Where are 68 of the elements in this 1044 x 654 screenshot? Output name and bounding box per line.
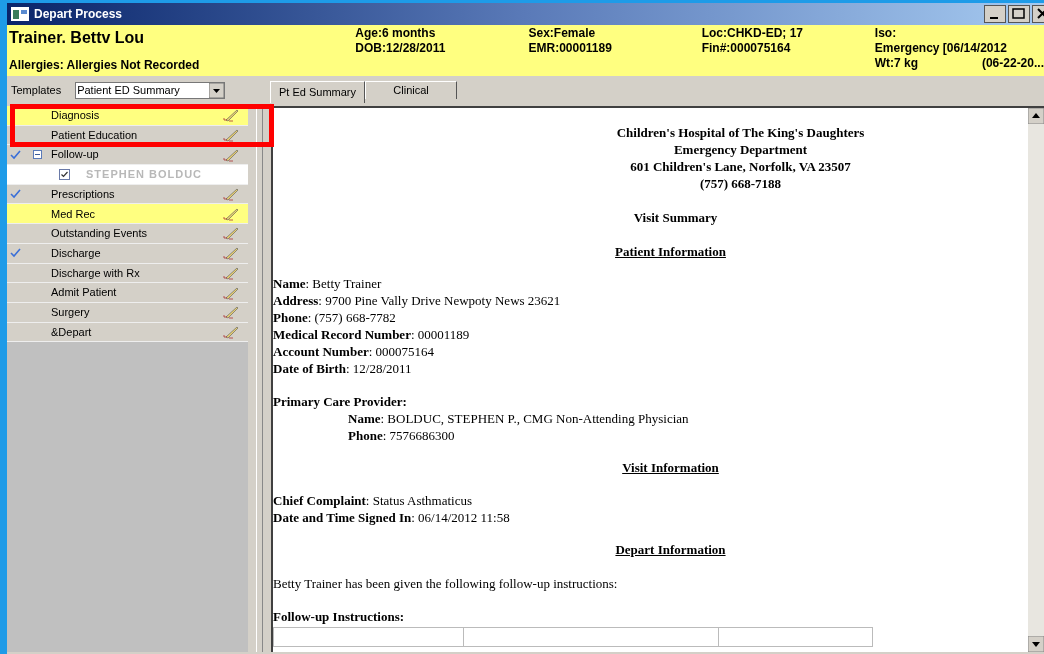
banner-field: Iso: xyxy=(874,26,1044,41)
pencil-icon[interactable] xyxy=(222,246,240,261)
field-line: Date and Time Signed In: 06/14/2012 11:58 xyxy=(273,508,511,526)
app-icon xyxy=(11,7,29,21)
section-heading: Patient Information xyxy=(615,242,726,261)
templates-dropdown[interactable]: Patient ED Summary xyxy=(75,82,226,99)
dropdown-arrow-icon[interactable] xyxy=(209,83,225,98)
patient-name: Trainer. Bettv Lou xyxy=(9,28,146,48)
sidebar-item[interactable]: Outstanding Events xyxy=(7,224,248,244)
tab[interactable]: Pt Ed Summary xyxy=(270,81,366,103)
splitter[interactable] xyxy=(256,106,263,652)
banner-field: Fin#:000075164 xyxy=(701,41,875,56)
sidebar-item[interactable]: Discharge with Rx xyxy=(7,263,248,284)
pencil-icon[interactable] xyxy=(222,265,240,280)
allergies-text: Allergies: Allergies Not Recorded xyxy=(9,58,201,73)
banner-field: EMR:00001189 xyxy=(528,41,702,56)
pencil-icon[interactable] xyxy=(222,324,240,339)
field-line: Medical Record Number: 00001189 xyxy=(273,326,471,343)
date-range-text: (06-22-20... xyxy=(981,56,1044,71)
pencil-icon[interactable] xyxy=(222,285,240,300)
pencil-icon[interactable] xyxy=(222,108,240,123)
banner-field: DOB:12/28/2011 xyxy=(355,41,529,56)
hospital-heading-line: 601 Children's Lane, Norfolk, VA 23507 xyxy=(630,158,851,175)
minimize-icon[interactable] xyxy=(984,5,1006,23)
field-line: Date of Birth: 12/28/2011 xyxy=(273,360,413,377)
paragraph: Betty Trainer has been given the following follow-up instructions: xyxy=(273,575,619,592)
scroll-up-icon[interactable] xyxy=(1028,108,1044,124)
checkbox-icon[interactable] xyxy=(59,168,70,180)
section-heading: Visit Information xyxy=(622,459,719,477)
pencil-icon[interactable] xyxy=(222,147,240,162)
field-line: Name: Betty Trainer xyxy=(273,275,383,292)
field-line: Address: 9700 Pine Vally Drive Newpoty News 23621 xyxy=(273,292,562,309)
sidebar-item[interactable]: Follow-up xyxy=(7,145,248,166)
section-heading: Depart Information xyxy=(615,540,726,559)
hospital-heading-line: (757) 668-7188 xyxy=(699,175,782,192)
banner-field: Age:6 months xyxy=(355,26,529,41)
sidebar-item[interactable]: Surgery xyxy=(7,302,248,323)
field-line: Account Number: 000075164 xyxy=(273,343,436,360)
field-line: Chief Complaint: Status Asthmaticus xyxy=(273,491,473,509)
sidebar-item[interactable]: Prescriptions xyxy=(7,184,248,205)
field-label: Primary Care Provider: xyxy=(273,393,408,410)
templates-label: Templates xyxy=(11,83,62,99)
weight-text: Wt:7 kg xyxy=(874,56,919,71)
hospital-heading-line: Children's Hospital of The King's Daughters xyxy=(616,124,865,141)
sidebar-item[interactable]: Med Rec xyxy=(7,204,248,225)
sidebar-item[interactable]: Admit Patient xyxy=(7,283,248,303)
banner-field: Sex:Female xyxy=(528,26,702,41)
pencil-icon[interactable] xyxy=(222,305,240,320)
pencil-icon[interactable] xyxy=(222,206,240,221)
pencil-icon[interactable] xyxy=(222,128,240,143)
collapse-icon[interactable] xyxy=(32,150,42,160)
field-line: Phone: 7576686300 xyxy=(348,427,456,444)
sidebar-item[interactable]: &Depart xyxy=(7,322,248,343)
tab[interactable]: Clinical xyxy=(365,81,458,99)
maximize-icon[interactable] xyxy=(1008,5,1030,23)
sidebar-item[interactable]: Discharge xyxy=(7,243,248,264)
pencil-icon[interactable] xyxy=(222,187,240,202)
hospital-heading-line: Emergency Department xyxy=(673,141,808,158)
banner-field: Loc:CHKD-ED; 17 xyxy=(701,26,875,41)
banner-field: Emergency [06/14/2012 xyxy=(874,41,1044,56)
visit-summary-title: Visit Summary xyxy=(633,209,718,227)
window-title: Depart Process xyxy=(34,6,123,23)
field-line: Phone: (757) 668-7782 xyxy=(273,309,397,326)
scrollbar[interactable] xyxy=(1028,108,1044,652)
field-line: Name: BOLDUC, STEPHEN P., CMG Non-Attending Physician xyxy=(348,410,690,427)
pencil-icon[interactable] xyxy=(222,226,240,241)
field-label: Follow-up Instructions: xyxy=(273,608,406,625)
scroll-down-icon[interactable] xyxy=(1028,636,1044,652)
